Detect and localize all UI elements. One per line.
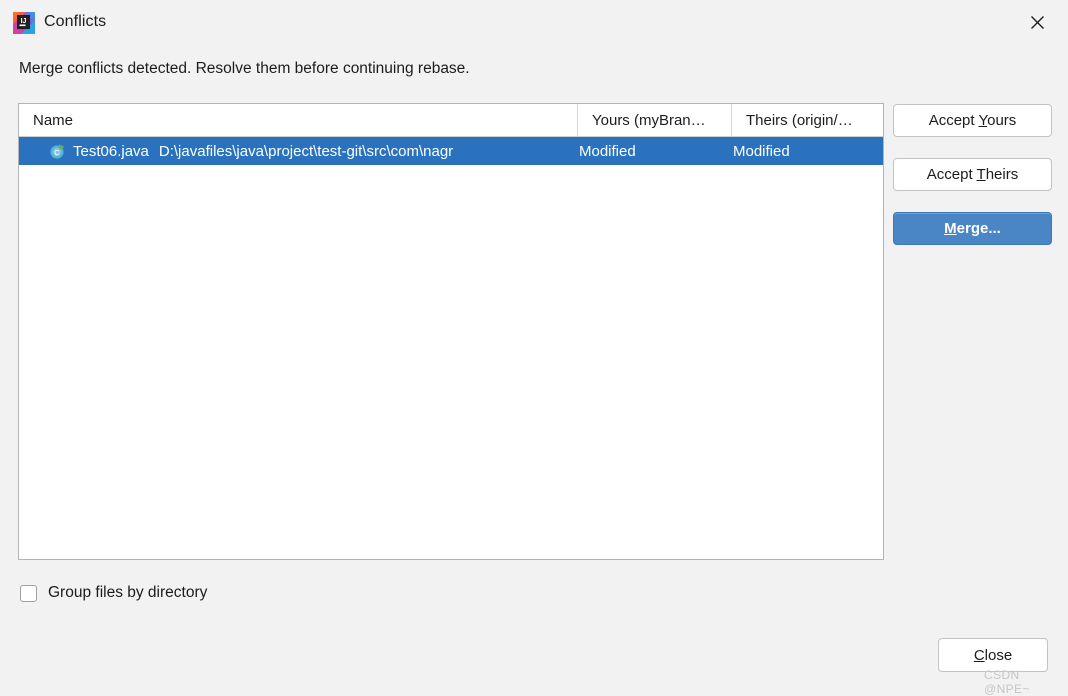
conflict-message: Merge conflicts detected. Resolve them b…	[19, 60, 470, 77]
action-button-column: Accept Yours Accept Theirs Merge...	[893, 104, 1052, 266]
intellij-idea-logo-icon: IJ	[13, 12, 35, 34]
svg-text:IJ: IJ	[21, 18, 27, 25]
watermark: CSDN @NPE~	[984, 668, 1030, 696]
cell-yours-status: Modified	[579, 142, 636, 160]
accept-yours-label-after: ours	[987, 112, 1017, 129]
title-bar: IJ Conflicts	[0, 0, 1068, 46]
cell-name: C Test06.java D:\javafiles\java\project\…	[19, 143, 579, 160]
accept-yours-label-before: Accept	[928, 112, 979, 129]
cell-theirs-status: Modified	[733, 142, 790, 160]
conflicts-table: Name Yours (myBran… Theirs (origin/… C T…	[18, 103, 884, 560]
accept-theirs-mnemonic: T	[976, 166, 986, 183]
group-files-by-directory-checkbox[interactable]: Group files by directory	[20, 584, 207, 602]
accept-theirs-label-after: heirs	[985, 166, 1019, 183]
accept-theirs-label-before: Accept	[926, 166, 977, 183]
merge-button[interactable]: Merge...	[893, 212, 1052, 245]
close-button[interactable]: Close	[938, 638, 1048, 672]
accept-theirs-button[interactable]: Accept Theirs	[893, 158, 1052, 191]
checkbox-box[interactable]	[20, 584, 37, 602]
merge-mnemonic: M	[944, 220, 957, 237]
column-header-name[interactable]: Name	[19, 104, 578, 136]
file-path: D:\javafiles\java\project\test-git\src\c…	[158, 142, 454, 160]
checkbox-label: Group files by directory	[48, 584, 208, 601]
column-header-theirs[interactable]: Theirs (origin/…	[732, 104, 883, 136]
accept-yours-button[interactable]: Accept Yours	[893, 104, 1052, 137]
java-class-icon: C	[49, 143, 66, 160]
table-row[interactable]: C Test06.java D:\javafiles\java\project\…	[19, 137, 883, 165]
table-header-row: Name Yours (myBran… Theirs (origin/…	[19, 104, 883, 137]
column-header-yours[interactable]: Yours (myBran…	[578, 104, 732, 136]
merge-label-after: erge...	[956, 220, 1001, 237]
file-name: Test06.java	[73, 142, 149, 160]
close-icon[interactable]	[1014, 4, 1060, 40]
close-mnemonic: C	[973, 646, 985, 664]
accept-yours-mnemonic: Y	[978, 112, 988, 129]
close-label-after: lose	[984, 646, 1013, 664]
window-title: Conflicts	[44, 13, 107, 30]
